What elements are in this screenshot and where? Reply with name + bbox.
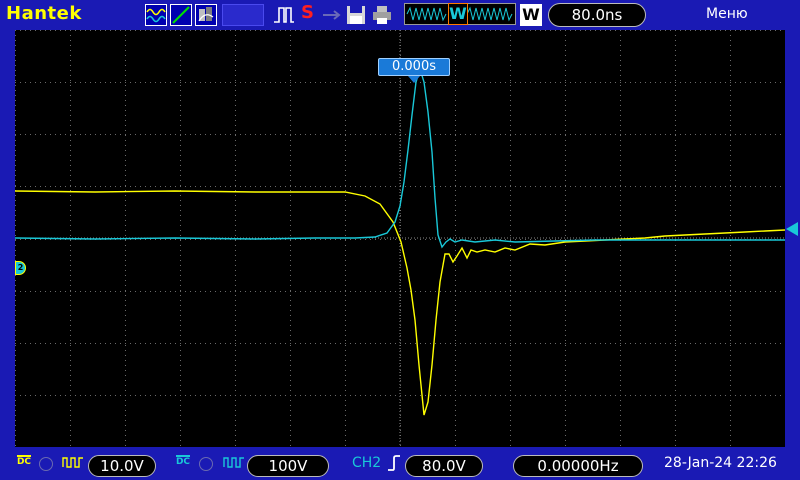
ch1-coupling-icon[interactable]: DC <box>16 455 32 473</box>
menu-button[interactable]: Меню <box>706 6 748 22</box>
zoom-window-label[interactable]: W <box>520 4 542 26</box>
timebase-display[interactable]: 80.0ns <box>548 3 646 27</box>
ch2-scale-display[interactable]: 100V <box>247 455 329 477</box>
trigger-position-label[interactable]: 0.000s <box>378 58 450 76</box>
trigger-status-badge: S <box>301 2 314 23</box>
save-icon[interactable] <box>345 4 367 26</box>
frequency-display[interactable]: 0.00000Hz <box>513 455 643 477</box>
ch2-coupling-label: DC <box>175 457 191 467</box>
graticule <box>15 30 785 447</box>
wave-icon[interactable] <box>145 4 167 26</box>
trigger-level-marker[interactable] <box>786 222 798 236</box>
slope-icon[interactable] <box>170 4 192 26</box>
trigger-position-marker <box>408 76 420 83</box>
ch2-coupling-icon[interactable]: DC <box>175 455 191 473</box>
wave-window-marker[interactable]: W <box>448 3 468 25</box>
brand-logo: Hantek <box>6 3 82 24</box>
ch1-coupling-label: DC <box>16 457 32 467</box>
scope-screen: 0.000s 2 <box>15 30 798 447</box>
ch1-bw-limit-icon[interactable] <box>39 457 53 471</box>
ch1-scale-display[interactable]: 10.0V <box>88 455 156 477</box>
rising-edge-icon[interactable] <box>387 454 401 476</box>
datetime-display: 28-Jan-24 22:26 <box>664 455 777 471</box>
run-status-box[interactable] <box>222 4 264 26</box>
top-toolbar: Hantek S W W 80.0ns Меню <box>0 0 800 30</box>
trigger-level-display[interactable]: 80.0V <box>405 455 483 477</box>
usb-icon <box>320 4 342 26</box>
ch1-invert-icon[interactable] <box>62 455 84 473</box>
persist-icon[interactable] <box>195 4 217 26</box>
ch2-invert-icon[interactable] <box>223 455 245 473</box>
ch2-bw-limit-icon[interactable] <box>199 457 213 471</box>
trigger-source-label: CH2 <box>352 455 382 471</box>
print-icon[interactable] <box>371 4 393 26</box>
pulse-icon[interactable] <box>272 4 296 26</box>
